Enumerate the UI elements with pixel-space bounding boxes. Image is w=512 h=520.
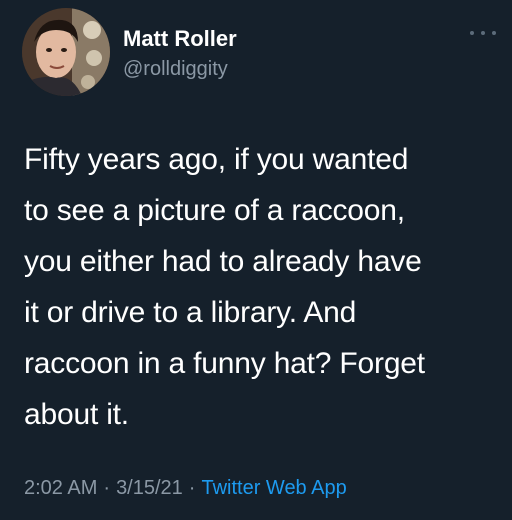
more-options-icon[interactable] [470,28,496,38]
tweet-text-line: raccoon in a funny hat? Forget [24,347,425,380]
more-dot [470,31,474,35]
display-name[interactable]: Matt Roller [123,26,237,52]
more-dot [492,31,496,35]
tweet-text-line: to see a picture of a raccoon, [24,194,405,227]
tweet-text-line: Fifty years ago, if you wanted [24,143,409,176]
meta-separator: · [188,477,196,499]
tweet-text-line: you either had to already have [24,245,422,278]
tweet-text-line: it or drive to a library. And [24,296,357,329]
tweet-card: Matt Roller @rolldiggity Fifty years ago… [0,0,512,520]
tweet-text: Fifty years ago, if you wanted to see a … [24,134,504,440]
tweet-source-link[interactable]: Twitter Web App [201,477,346,499]
profile-photo-icon [22,8,110,96]
tweet-date[interactable]: 3/15/21 [116,477,183,499]
tweet-meta: 2:02 AM · 3/15/21 · Twitter Web App [24,477,347,500]
avatar[interactable] [22,8,110,96]
tweet-text-line: about it. [24,398,129,431]
meta-separator: · [103,477,111,499]
tweet-time[interactable]: 2:02 AM [24,477,97,499]
user-handle[interactable]: @rolldiggity [123,58,228,81]
more-dot [481,31,485,35]
